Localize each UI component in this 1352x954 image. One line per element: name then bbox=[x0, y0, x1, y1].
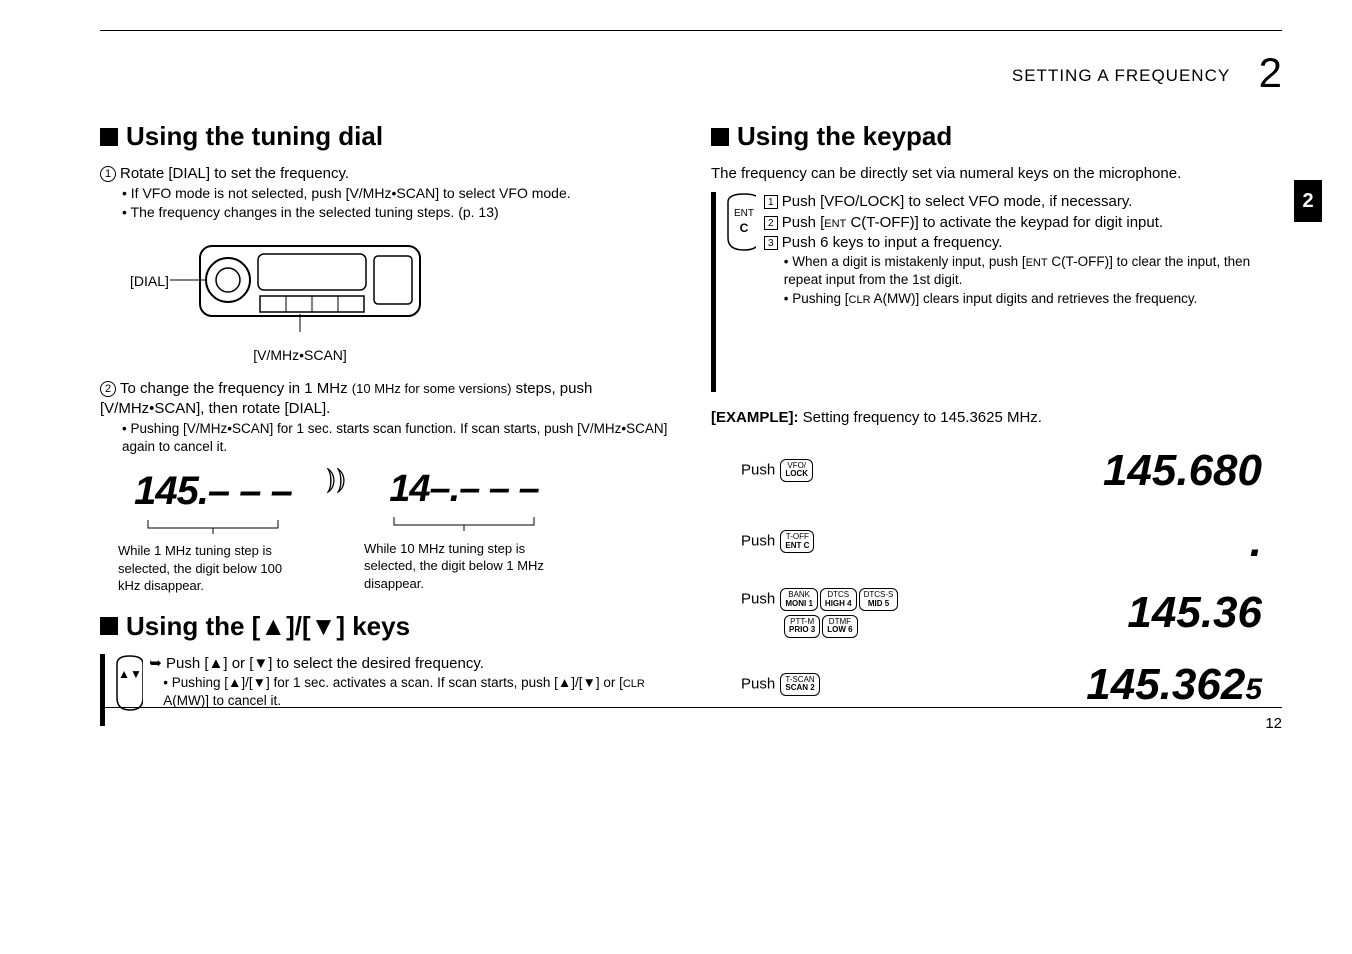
example-text: Setting frequency to 145.3625 MHz. bbox=[799, 409, 1042, 426]
segment-display: 145.36 bbox=[1127, 588, 1262, 637]
section-tab: 2 bbox=[1294, 180, 1322, 222]
keypad-intro: The frequency can be directly set via nu… bbox=[711, 164, 1282, 184]
caption-10mhz: While 10 MHz tuning step is selected, th… bbox=[364, 540, 564, 593]
heading-text: Using the [▲]/[▼] keys bbox=[126, 609, 410, 644]
circled-2-icon: 2 bbox=[100, 381, 116, 397]
sidebar-marker bbox=[711, 192, 716, 392]
heading-updown-keys: Using the [▲]/[▼] keys bbox=[100, 609, 671, 644]
step-1-sub-2: • The frequency changes in the selected … bbox=[122, 203, 671, 222]
updown-sub-clr: CLR bbox=[623, 678, 645, 690]
example-row: Push BANKMONI 1DTCSHIGH 4DTCS-SMID 5 PTT-… bbox=[741, 583, 1282, 642]
square-bullet-icon bbox=[711, 128, 729, 146]
example-row-left: Push T-OFFENT C bbox=[741, 530, 1001, 553]
step-2-paren: (10 MHz for some versions) bbox=[352, 381, 512, 396]
boxed-2-icon: 2 bbox=[764, 216, 778, 230]
updown-sub-a: • Pushing [▲]/[▼] for 1 sec. activates a… bbox=[163, 675, 623, 690]
boxed-step-1-text: Push [VFO/LOCK] to select VFO mode, if n… bbox=[782, 193, 1133, 210]
updown-sub-b: A(MW)] to cancel it. bbox=[163, 693, 281, 708]
page-number: 12 bbox=[1265, 715, 1282, 732]
example-row-left: Push VFO/LOCK bbox=[741, 459, 1001, 482]
boxed-1-icon: 1 bbox=[764, 195, 778, 209]
keycap-icon: DTCSHIGH 4 bbox=[820, 588, 857, 611]
segment-display: 145.3625 bbox=[1086, 660, 1262, 709]
segment-display-1mhz: 145.– – – bbox=[118, 464, 308, 518]
chapter-number: 2 bbox=[1259, 49, 1282, 96]
segment-display-10mhz: 14–.– – – bbox=[364, 464, 564, 515]
segment-display: 145.680 bbox=[1103, 446, 1262, 495]
heading-keypad: Using the keypad bbox=[711, 119, 1282, 154]
updown-main: ➥ Push [▲] or [▼] to select the desired … bbox=[149, 654, 671, 674]
section-label: SETTING A FREQUENCY bbox=[1012, 66, 1230, 85]
svg-text:ENT: ENT bbox=[734, 208, 754, 219]
wavy-separator-icon: ⦆⦆ bbox=[326, 464, 346, 494]
bracket-icon bbox=[138, 518, 288, 536]
push-label: Push bbox=[741, 533, 779, 550]
example-row: Push T-SCANSCAN 2 145.3625 bbox=[741, 655, 1282, 714]
keycap-icon: BANKMONI 1 bbox=[780, 588, 818, 611]
boxed-step-2: 2Push [ENT C(T-OFF)] to activate the key… bbox=[764, 213, 1282, 233]
boxed-3-icon: 3 bbox=[764, 236, 778, 250]
step-1-text: Rotate [DIAL] to set the frequency. bbox=[120, 165, 349, 182]
boxed-step-3-sub2: • Pushing [CLR A(MW)] clears input digit… bbox=[784, 290, 1282, 308]
square-bullet-icon bbox=[100, 617, 118, 635]
step-2: 2To change the frequency in 1 MHz (10 MH… bbox=[100, 379, 671, 420]
segment-display: . bbox=[1250, 517, 1262, 566]
example-row-left: Push T-SCANSCAN 2 bbox=[741, 673, 1001, 696]
keycap-icon: DTMFLOW 6 bbox=[822, 615, 857, 638]
vmhz-callout: [V/MHz•SCAN] bbox=[140, 346, 460, 365]
heading-text: Using the tuning dial bbox=[126, 119, 383, 154]
heading-tuning-dial: Using the tuning dial bbox=[100, 119, 671, 154]
example-row-display: . bbox=[1001, 512, 1282, 571]
example-row-left: Push BANKMONI 1DTCSHIGH 4DTCS-SMID 5 PTT-… bbox=[741, 588, 1001, 638]
updown-main-text: Push [▲] or [▼] to select the desired fr… bbox=[166, 655, 484, 672]
boxed-step-3-text: Push 6 keys to input a frequency. bbox=[782, 234, 1003, 251]
step-1: 1Rotate [DIAL] to set the frequency. bbox=[100, 164, 671, 184]
dial-callout: [DIAL] bbox=[130, 272, 169, 291]
page-header: SETTING A FREQUENCY 2 bbox=[100, 49, 1282, 97]
step-1-sub-1: • If VFO mode is not selected, push [V/M… bbox=[122, 184, 671, 203]
example-row-display: 145.36 bbox=[1001, 583, 1282, 642]
push-label: Push bbox=[741, 675, 779, 692]
caption-1mhz: While 1 MHz tuning step is selected, the… bbox=[118, 542, 308, 595]
radio-illustration bbox=[150, 232, 450, 342]
boxed-step-3: 3 Push 6 keys to input a frequency. bbox=[764, 233, 1282, 253]
sidebar-marker bbox=[100, 654, 105, 726]
example-row-display: 145.680 bbox=[1001, 441, 1282, 500]
boxed-step-1: 1 Push [VFO/LOCK] to select VFO mode, if … bbox=[764, 192, 1282, 212]
example-row-display: 145.3625 bbox=[1001, 655, 1282, 714]
example-heading: [EXAMPLE]: Setting frequency to 145.3625… bbox=[711, 408, 1282, 428]
keycap-icon: T-OFFENT C bbox=[780, 530, 814, 553]
keycap-icon: PTT-MPRIO 3 bbox=[784, 615, 820, 638]
keycap-icon: DTCS-SMID 5 bbox=[859, 588, 899, 611]
example-label: [EXAMPLE]: bbox=[711, 409, 799, 426]
heading-text: Using the keypad bbox=[737, 119, 952, 154]
push-label: Push bbox=[741, 461, 779, 478]
mic-ent-icon: ENT C bbox=[722, 192, 756, 252]
example-row: Push VFO/LOCK 145.680 bbox=[741, 441, 1282, 500]
example-row: Push T-OFFENT C. bbox=[741, 512, 1282, 571]
svg-text:▲▼: ▲▼ bbox=[118, 667, 142, 681]
boxed-step-3-sub1: • When a digit is mistakenly input, push… bbox=[784, 253, 1282, 289]
step-2-sub: • Pushing [V/MHz•SCAN] for 1 sec. starts… bbox=[122, 420, 671, 456]
square-bullet-icon bbox=[100, 128, 118, 146]
mic-updown-icon: ▲▼ bbox=[111, 654, 143, 714]
svg-text:C: C bbox=[739, 221, 748, 235]
circled-1-icon: 1 bbox=[100, 166, 116, 182]
keycap-icon: VFO/LOCK bbox=[780, 459, 813, 482]
bracket-icon bbox=[384, 515, 544, 533]
push-label: Push bbox=[741, 591, 779, 608]
keycap-icon: T-SCANSCAN 2 bbox=[780, 673, 819, 696]
updown-sub: • Pushing [▲]/[▼] for 1 sec. activates a… bbox=[163, 674, 671, 710]
step-2-text-a: To change the frequency in 1 MHz bbox=[120, 380, 352, 397]
